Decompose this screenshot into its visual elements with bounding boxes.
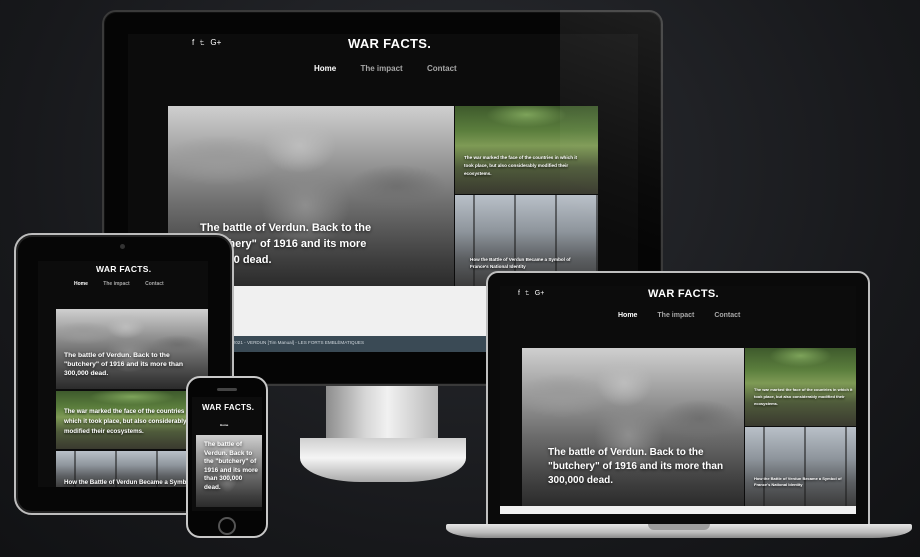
nav-contact[interactable]: Contact <box>427 64 457 73</box>
imac-stand-foot <box>300 438 466 482</box>
facebook-icon[interactable]: f <box>192 38 194 47</box>
laptop-facebook-icon[interactable]: f <box>518 290 520 297</box>
phone-site-logo[interactable]: WAR FACTS. <box>202 403 254 412</box>
phone-speaker <box>217 388 237 391</box>
laptop-twitter-icon[interactable]: 𝚝 <box>525 290 530 297</box>
nav-the-impact[interactable]: The impact <box>360 64 402 73</box>
tablet-nav-the-impact[interactable]: The impact <box>103 281 129 287</box>
tablet-nav-home[interactable]: Home <box>74 281 88 287</box>
laptop-notch <box>648 524 710 530</box>
laptop-nav-the-impact[interactable]: The impact <box>657 312 694 319</box>
laptop-main-nav: Home The impact Contact <box>618 312 740 319</box>
twitter-icon[interactable]: 𝚝 <box>199 38 205 47</box>
laptop-content-section <box>500 506 856 514</box>
tablet-screen: WAR FACTS. Home The impact Contact The b… <box>38 261 208 487</box>
tablet-main-nav: Home The impact Contact <box>74 281 164 287</box>
phone-nav-home[interactable]: Home <box>220 423 228 427</box>
imac-stand-neck <box>326 386 438 442</box>
laptop-card-symbol-image[interactable] <box>745 427 856 506</box>
laptop-social-icons[interactable]: f 𝚝 G+ <box>518 290 544 298</box>
laptop-google-plus-icon[interactable]: G+ <box>535 290 545 297</box>
laptop-nav-home[interactable]: Home <box>618 312 637 319</box>
google-plus-icon[interactable]: G+ <box>210 38 221 47</box>
tablet-hero-headline[interactable]: The battle of Verdun. Back to the "butch… <box>64 351 204 378</box>
card-symbol-text[interactable]: How the Battle of Verdun Became a Symbol… <box>470 256 590 270</box>
laptop-card-ecosystem-text[interactable]: The war marked the face of the countries… <box>754 386 854 407</box>
phone-hero-headline[interactable]: The battle of Verdun. Back to the "butch… <box>204 441 260 493</box>
nav-home[interactable]: Home <box>314 64 336 73</box>
tablet-nav-contact[interactable]: Contact <box>145 281 164 287</box>
laptop-screen: f 𝚝 G+ WAR FACTS. Home The impact Contac… <box>500 286 856 514</box>
site-logo[interactable]: WAR FACTS. <box>348 36 431 51</box>
phone-screen: WAR FACTS. Home The battle of Verdun. Ba… <box>192 397 262 511</box>
tablet-camera <box>120 244 125 249</box>
social-icons[interactable]: f 𝚝 G+ <box>192 38 221 48</box>
laptop-hero-headline[interactable]: The battle of Verdun. Back to the "butch… <box>548 446 728 488</box>
laptop-nav-contact[interactable]: Contact <box>714 312 740 319</box>
phone-main-nav: Home <box>220 423 228 427</box>
laptop-site-logo[interactable]: WAR FACTS. <box>648 288 719 300</box>
laptop-card-symbol-text[interactable]: How the Battle of Verdun Became a Symbol… <box>754 476 854 488</box>
tablet-site-logo[interactable]: WAR FACTS. <box>96 264 151 274</box>
card-ecosystem-text[interactable]: The war marked the face of the countries… <box>464 154 586 178</box>
main-nav: Home The impact Contact <box>314 64 457 73</box>
footer-text: © 2021 - VERDUN [Tim Manual] - LES FORTS… <box>228 340 365 345</box>
phone-home-button[interactable] <box>218 517 236 535</box>
card-ecosystem-image[interactable] <box>455 106 598 194</box>
